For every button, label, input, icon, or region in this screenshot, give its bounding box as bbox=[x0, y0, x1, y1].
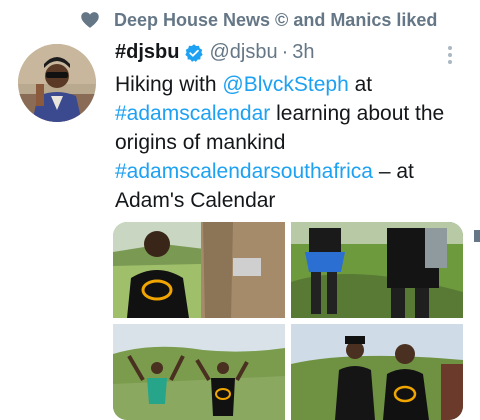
tweet-text: Hiking with @BlvckSteph at #adamscalenda… bbox=[115, 70, 477, 215]
mention-link[interactable]: @BlvckSteph bbox=[222, 73, 348, 96]
display-name[interactable]: #djsbu bbox=[115, 41, 179, 64]
hashtag-link[interactable]: #adamscalendarsouthafrica bbox=[115, 160, 373, 183]
photo-4[interactable] bbox=[291, 324, 463, 420]
handle[interactable]: @djsbu bbox=[209, 41, 277, 64]
photo-2[interactable] bbox=[291, 222, 463, 318]
photo-1[interactable] bbox=[113, 222, 285, 318]
more-vertical-icon[interactable] bbox=[444, 44, 456, 71]
social-context-text[interactable]: Deep House News © and Manics liked bbox=[114, 10, 437, 31]
hashtag-link[interactable]: #adamscalendar bbox=[115, 102, 270, 125]
text-segment: Hiking with bbox=[115, 73, 223, 96]
media-grid bbox=[113, 222, 463, 420]
photo-3[interactable] bbox=[113, 324, 285, 420]
verified-badge-icon bbox=[184, 43, 204, 63]
separator-dot: · bbox=[281, 41, 289, 63]
text-segment: at bbox=[348, 73, 373, 96]
avatar[interactable] bbox=[18, 44, 96, 122]
scrollbar-indicator[interactable] bbox=[474, 230, 480, 242]
tweet-header: #djsbu @djsbu · 3h bbox=[115, 41, 315, 64]
heart-icon bbox=[80, 10, 100, 35]
timestamp[interactable]: 3h bbox=[292, 41, 314, 64]
